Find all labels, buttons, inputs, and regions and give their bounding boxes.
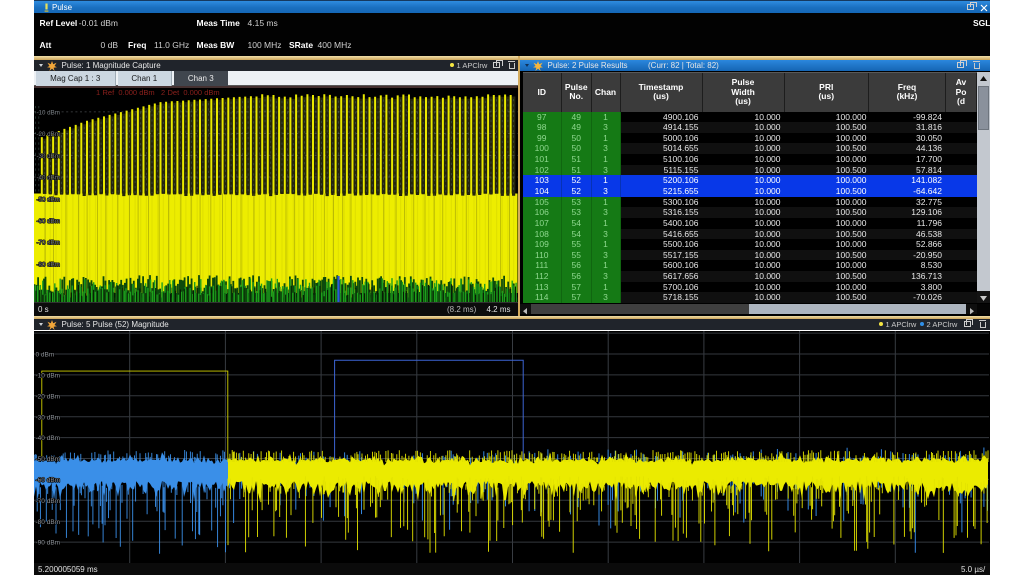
svg-text:-60 dBm: -60 dBm (37, 218, 60, 225)
svg-text:-40 dBm: -40 dBm (36, 435, 61, 442)
svg-text:-80 dBm: -80 dBm (37, 261, 60, 268)
svg-text:-30 dBm: -30 dBm (37, 152, 60, 159)
svg-text:Ref 0.000 dBm: Ref 0.000 dBm (103, 88, 155, 97)
svg-text:-20 dBm: -20 dBm (36, 393, 61, 400)
svg-text:-70 dBm: -70 dBm (36, 497, 61, 504)
svg-text:-10 dBm: -10 dBm (37, 109, 60, 116)
svg-text:-70 dBm: -70 dBm (37, 239, 60, 246)
svg-text:-50 dBm: -50 dBm (36, 456, 61, 463)
svg-text:-30 dBm: -30 dBm (36, 414, 61, 421)
svg-text:1: 1 (96, 88, 100, 97)
svg-text:-50 dBm: -50 dBm (37, 196, 60, 203)
svg-text:-40 dBm: -40 dBm (37, 174, 60, 181)
svg-text:-10 dBm: -10 dBm (36, 372, 61, 379)
svg-text:-90 dBm: -90 dBm (36, 539, 61, 546)
svg-text:0 dBm: 0 dBm (36, 351, 55, 358)
svg-text:Det 0.000 dBm: Det 0.000 dBm (168, 88, 220, 97)
svg-text:-20 dBm: -20 dBm (37, 131, 60, 138)
svg-text:2: 2 (161, 88, 165, 97)
svg-text:-60 dBm: -60 dBm (36, 477, 61, 484)
svg-text:-80 dBm: -80 dBm (36, 518, 61, 525)
